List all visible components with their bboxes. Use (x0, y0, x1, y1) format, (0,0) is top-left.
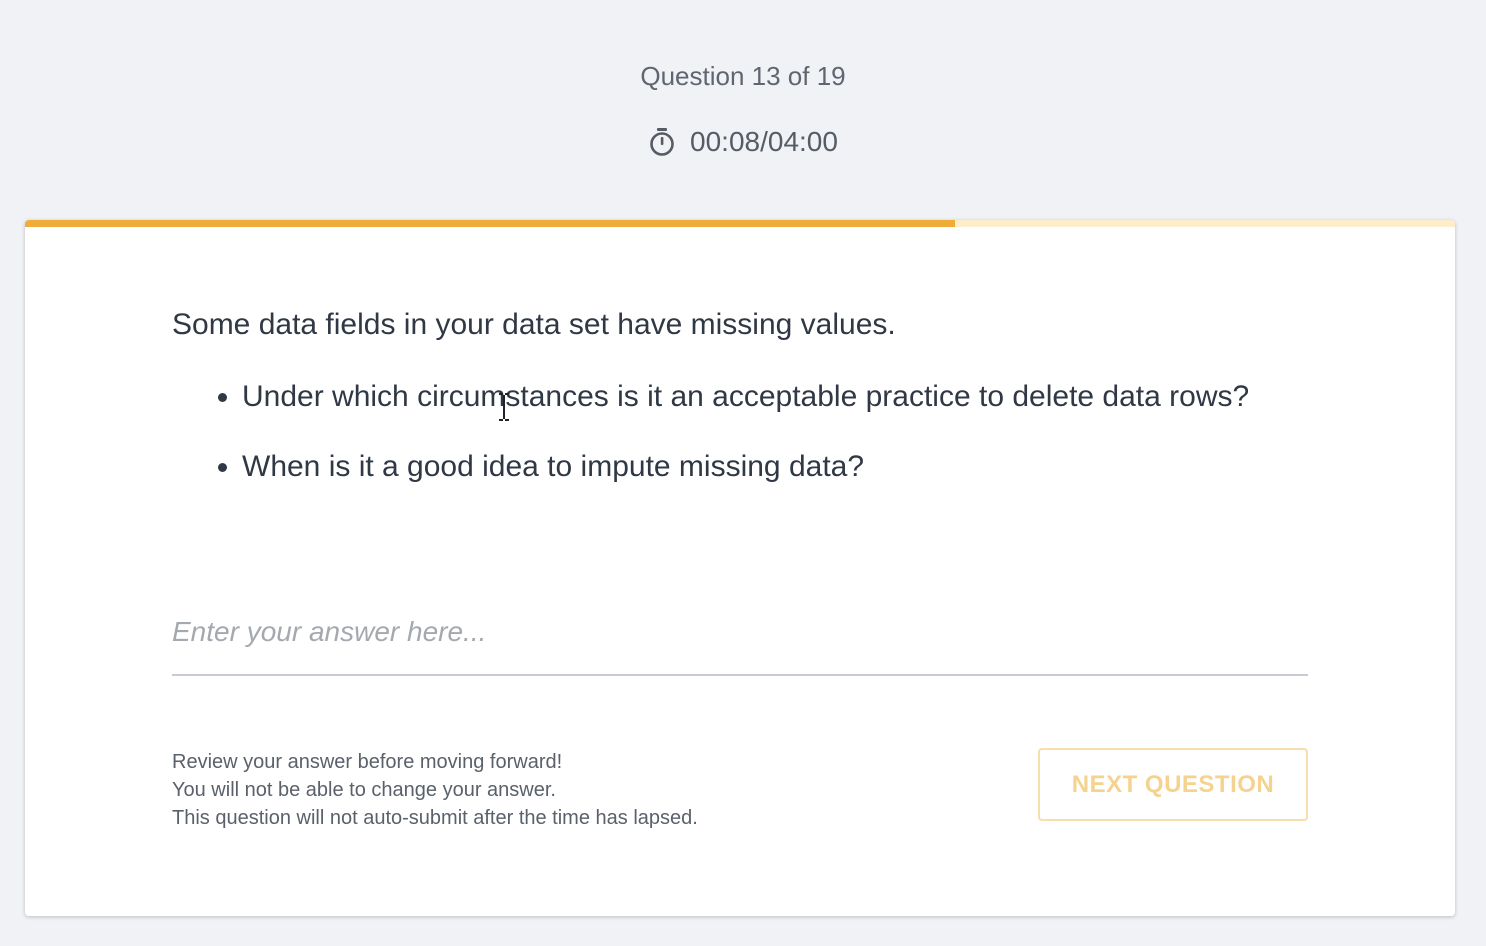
submission-notes: Review your answer before moving forward… (172, 748, 698, 832)
note-line: Review your answer before moving forward… (172, 751, 563, 773)
answer-input[interactable] (172, 590, 1308, 676)
question-counter: Question 13 of 19 (640, 61, 846, 91)
question-bullet: When is it a good idea to impute missing… (242, 446, 1249, 488)
question-card: Some data fields in your data set have m… (25, 220, 1455, 916)
text-cursor-icon (499, 393, 509, 421)
stopwatch-icon (648, 127, 676, 157)
progress-track (25, 220, 1455, 227)
note-line: You will not be able to change your answ… (172, 779, 556, 801)
timer: 00:08/04:00 (0, 124, 1486, 160)
timer-text: 00:08/04:00 (690, 126, 838, 157)
note-line: This question will not auto-submit after… (172, 807, 698, 829)
next-question-button[interactable]: NEXT QUESTION (1038, 748, 1308, 821)
question-intro: Some data fields in your data set have m… (172, 308, 896, 341)
progress-fill (25, 220, 955, 227)
question-bullets: Under which circumstances is it an accep… (172, 376, 1249, 516)
question-bullet: Under which circumstances is it an accep… (242, 376, 1249, 418)
